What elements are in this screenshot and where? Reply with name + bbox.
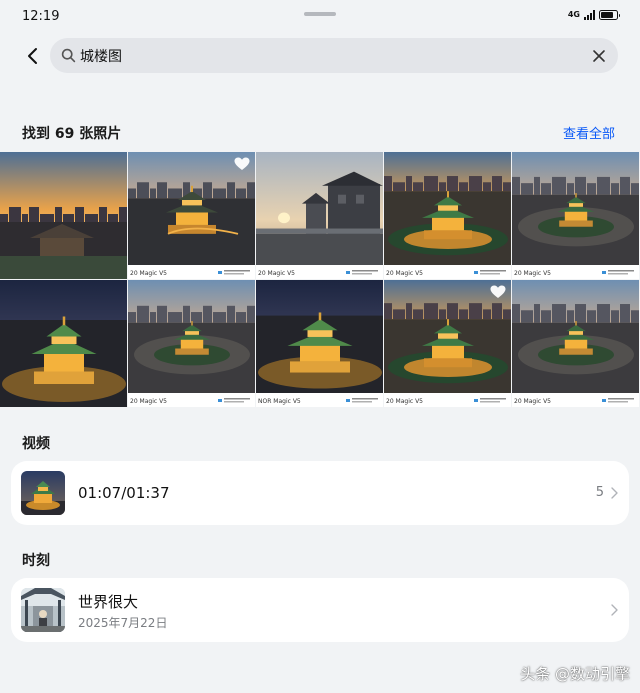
battery-level (601, 12, 614, 18)
videos-header: 视频 (22, 436, 50, 452)
moment-thumbnail (21, 588, 65, 632)
photo-image (512, 152, 639, 279)
back-button[interactable] (18, 42, 46, 70)
photo-caption: 20 Magic V5 (514, 398, 551, 405)
photo-image (512, 280, 639, 407)
photo-tile[interactable]: NOR Magic V5 (256, 280, 383, 407)
photos-header: 找到 69 张照片 (22, 126, 122, 142)
photo-image (0, 152, 127, 279)
video-thumbnail (21, 471, 65, 515)
photo-caption: 20 Magic V5 (130, 398, 167, 405)
photo-image (128, 280, 255, 407)
status-bar: 12:19 4G (0, 0, 640, 34)
system-icons: 4G (567, 10, 620, 20)
moment-date: 2025年7月22日 (78, 616, 168, 630)
search-icon (61, 48, 76, 63)
photo-tile[interactable]: 20 Magic V5 (384, 152, 511, 279)
photo-tile[interactable]: 20 Magic V5 (128, 280, 255, 407)
view-all-link[interactable]: 查看全部 (563, 123, 615, 142)
moment-title: 世界很大 (78, 593, 139, 611)
photo-image (256, 280, 383, 407)
favorite-heart-icon (234, 157, 250, 170)
photo-image (384, 152, 511, 279)
photo-tile[interactable]: 20 Magic V5 (256, 152, 383, 279)
video-album-card[interactable]: 01:07/01:37 5 (11, 461, 629, 525)
drag-handle[interactable] (304, 12, 336, 16)
network-type: 4G (567, 10, 580, 19)
video-count: 5 (595, 485, 604, 500)
photo-grid: 20 Magic V5 20 Magic V5 20 Magic V5 20 Ma… (0, 152, 640, 408)
watermark: 头条 @数动引擎 (520, 665, 630, 683)
chevron-left-icon (28, 48, 37, 64)
photo-caption: 20 Magic V5 (258, 270, 295, 277)
battery-icon (599, 10, 620, 20)
photo-image (256, 152, 383, 279)
photo-tile[interactable]: 20 Magic V5 (384, 280, 511, 407)
photo-image (384, 280, 511, 407)
photo-caption: 20 Magic V5 (386, 270, 423, 277)
photo-caption: 20 Magic V5 (514, 270, 551, 277)
photo-tile[interactable]: 20 Magic V5 (512, 280, 639, 407)
status-time: 12:19 (22, 9, 60, 24)
photo-caption: NOR Magic V5 (258, 398, 301, 405)
search-bar[interactable] (50, 38, 618, 73)
signal-icon (584, 10, 595, 20)
photo-tile[interactable]: 20 Magic V5 (128, 152, 255, 279)
clear-icon[interactable] (592, 49, 606, 63)
search-input[interactable] (80, 38, 580, 73)
photo-tile[interactable] (0, 152, 127, 279)
photo-image (0, 280, 127, 407)
favorite-heart-icon (490, 285, 506, 298)
moments-header: 时刻 (22, 553, 50, 569)
photo-caption: 20 Magic V5 (130, 270, 167, 277)
photo-caption: 20 Magic V5 (386, 398, 423, 405)
photo-tile[interactable]: 20 Magic V5 (512, 152, 639, 279)
video-album-title: 01:07/01:37 (78, 484, 170, 502)
moment-card[interactable]: 世界很大 2025年7月22日 (11, 578, 629, 642)
photo-tile[interactable] (0, 280, 127, 407)
photo-image (128, 152, 255, 279)
chevron-right-icon (611, 487, 618, 499)
chevron-right-icon (611, 604, 618, 616)
